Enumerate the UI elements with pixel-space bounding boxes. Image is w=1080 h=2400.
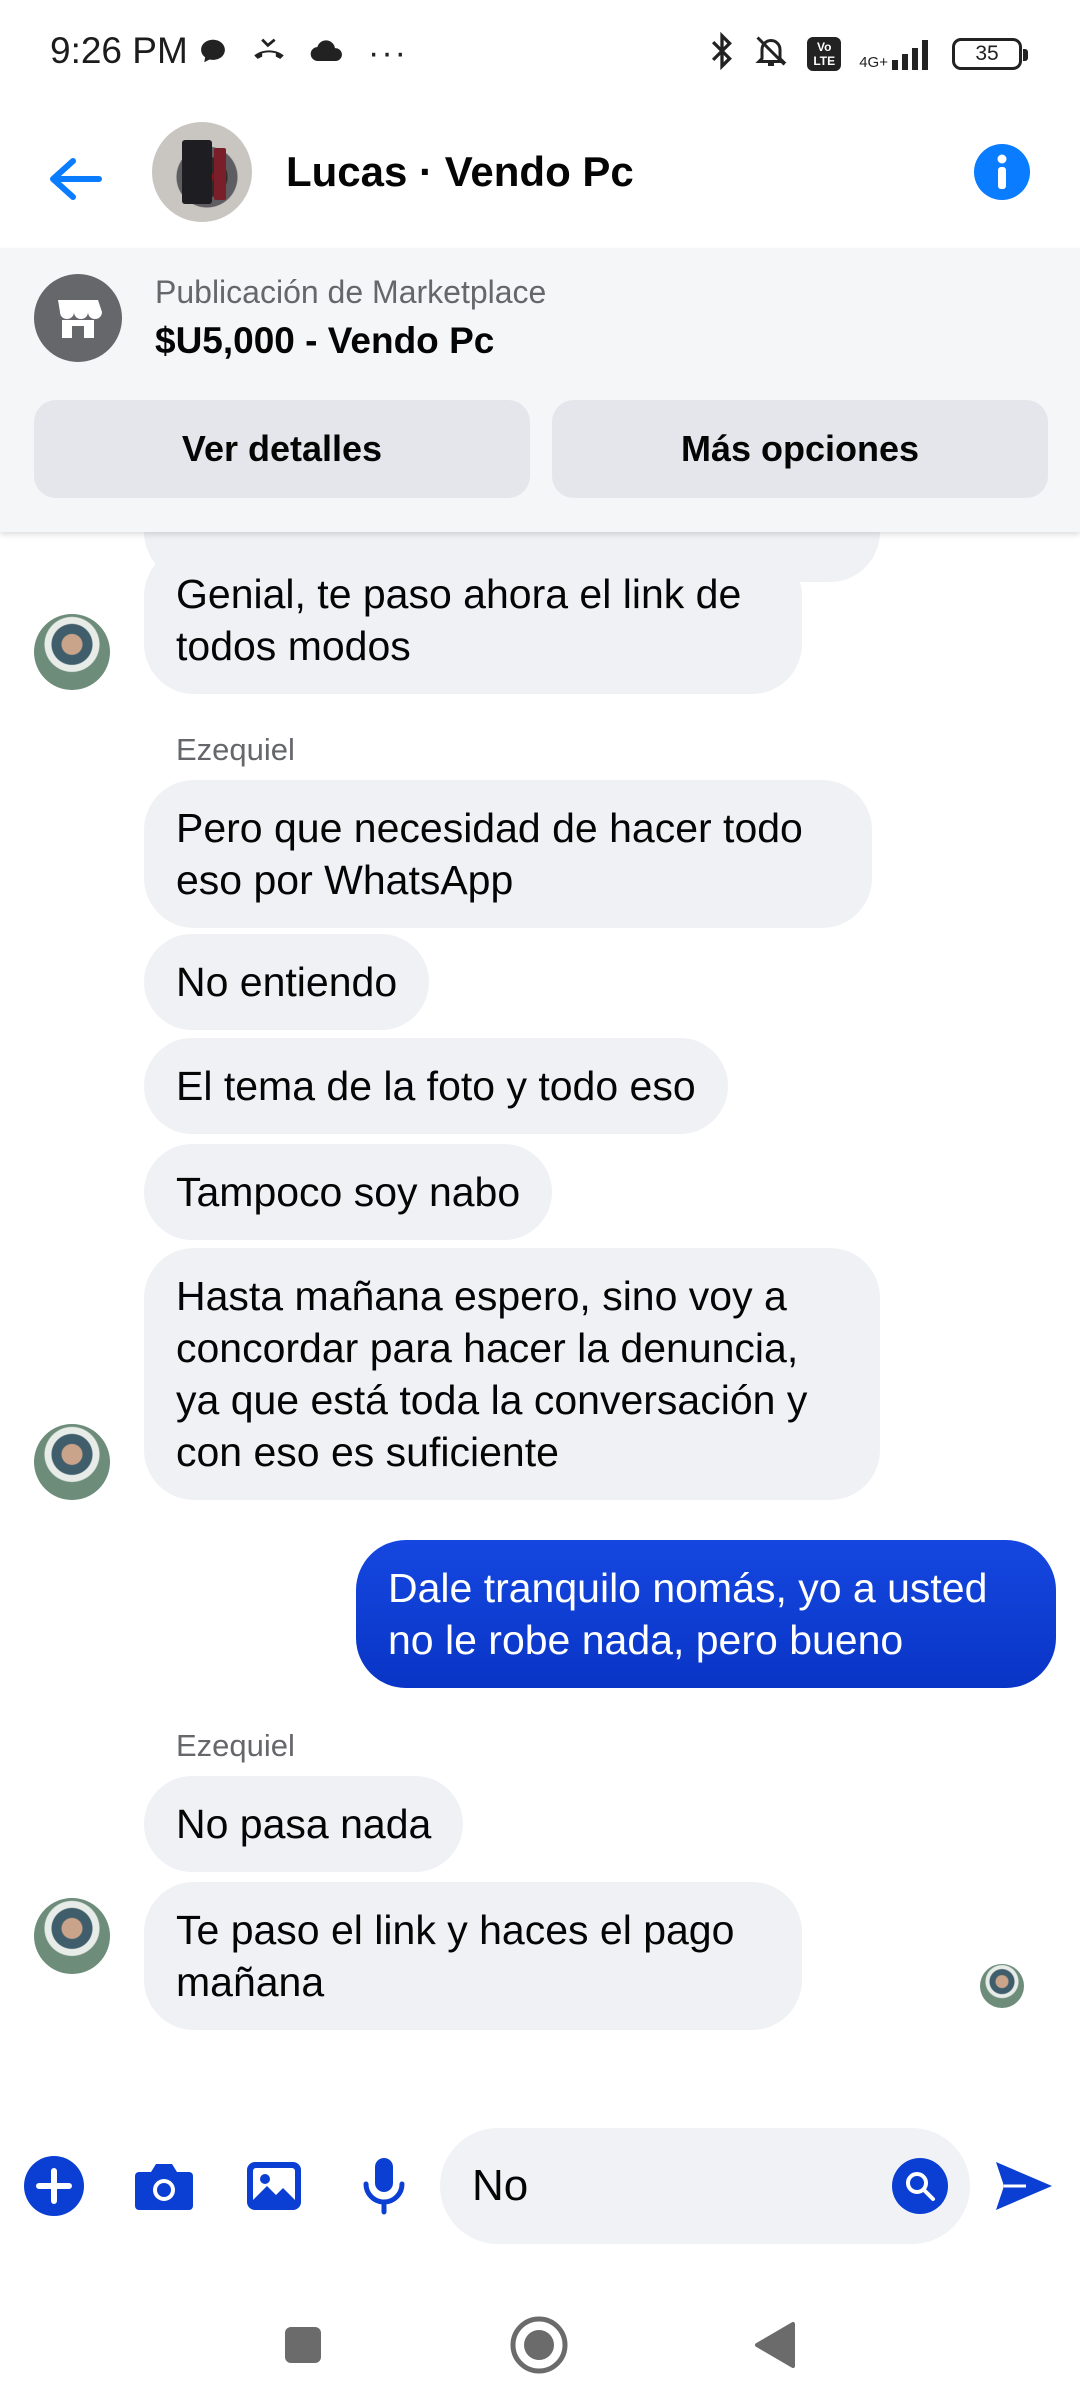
sender-avatar[interactable]: [34, 1424, 110, 1500]
bell-muted-icon: [753, 33, 789, 74]
home-button[interactable]: [504, 2310, 574, 2380]
message-bubble[interactable]: No entiendo: [144, 934, 430, 1030]
plus-circle-icon: [24, 2156, 84, 2216]
bluetooth-icon: [709, 31, 735, 75]
message-text: Genial, te paso ahora el link de todos m…: [176, 571, 742, 669]
status-time: 9:26 PM: [50, 30, 188, 71]
contact-name[interactable]: Lucas · Vendo Pc: [286, 148, 634, 196]
microphone-icon: [363, 2158, 405, 2215]
message-composer: [0, 2092, 1080, 2280]
conversation-header: Lucas · Vendo Pc: [0, 108, 1080, 248]
message-text: No pasa nada: [176, 1801, 432, 1847]
gallery-button[interactable]: [242, 2154, 306, 2218]
outgoing-message-bubble[interactable]: Dale tranquilo nomás, yo a usted no le r…: [356, 1540, 1056, 1688]
marketplace-listing-title[interactable]: $U5,000 - Vendo Pc: [155, 320, 494, 362]
chat-notification-icon: [198, 36, 228, 71]
sender-name: Ezequiel: [176, 732, 295, 767]
arrow-left-icon: [50, 158, 102, 200]
home-circle-icon: [510, 2316, 568, 2374]
message-text: No entiendo: [176, 959, 398, 1005]
message-bubble[interactable]: Tampoco soy nabo: [144, 1144, 553, 1240]
message-text: Dale tranquilo nomás, yo a usted no le r…: [388, 1565, 988, 1663]
message-list[interactable]: Genial, te paso ahora el link de todos m…: [0, 532, 1080, 2092]
messenger-screen: 9:26 PM ··· Vo LTE 4G+ 35 Lucas · Vendo …: [0, 0, 1080, 2400]
sender-avatar[interactable]: [34, 1898, 110, 1974]
info-button[interactable]: [974, 144, 1030, 200]
more-notifications-icon: ···: [368, 34, 408, 72]
back-nav-button[interactable]: [740, 2310, 810, 2380]
square-icon: [285, 2327, 321, 2363]
battery-icon: 35: [952, 37, 1028, 70]
message-bubble[interactable]: El tema de la foto y todo eso: [144, 1038, 728, 1134]
sticker-search-button[interactable]: [892, 2158, 948, 2214]
status-bar: 9:26 PM ··· Vo LTE 4G+ 35: [0, 0, 1080, 108]
info-icon: [997, 154, 1007, 189]
message-bubble[interactable]: Genial, te paso ahora el link de todos m…: [144, 546, 802, 694]
message-text: Hasta mañana espero, sino voy a concorda…: [176, 1273, 808, 1475]
send-button[interactable]: [992, 2154, 1056, 2218]
message-input[interactable]: [440, 2128, 970, 2244]
message-text: Te paso el link y haces el pago mañana: [176, 1907, 735, 2005]
recent-apps-button[interactable]: [268, 2310, 338, 2380]
contact-avatar[interactable]: [152, 122, 252, 222]
cloud-icon: [310, 38, 344, 69]
add-button[interactable]: [22, 2154, 86, 2218]
send-icon: [996, 2162, 1052, 2210]
volte-icon: Vo LTE: [807, 36, 842, 71]
message-bubble[interactable]: Hasta mañana espero, sino voy a concorda…: [144, 1248, 880, 1500]
message-text: Tampoco soy nabo: [176, 1169, 521, 1215]
marketplace-banner: Publicación de Marketplace $U5,000 - Ven…: [0, 248, 1080, 532]
marketplace-subtitle: Publicación de Marketplace: [155, 274, 547, 310]
battery-level: 35: [975, 41, 999, 65]
sender-name: Ezequiel: [176, 1728, 295, 1763]
read-receipt-avatar: [980, 1964, 1024, 2008]
triangle-back-icon: [755, 2322, 795, 2368]
image-icon: [247, 2162, 301, 2210]
message-text: Pero que necesidad de hacer todo eso por…: [176, 805, 803, 903]
message-text: El tema de la foto y todo eso: [176, 1063, 696, 1109]
message-bubble[interactable]: Te paso el link y haces el pago mañana: [144, 1882, 802, 2030]
message-bubble[interactable]: Pero que necesidad de hacer todo eso por…: [144, 780, 872, 928]
signal-icon: 4G+: [859, 38, 934, 70]
back-button[interactable]: [40, 144, 110, 214]
system-navigation-bar: [0, 2280, 1080, 2400]
message-bubble[interactable]: No pasa nada: [144, 1776, 464, 1872]
more-options-button[interactable]: Más opciones: [552, 400, 1048, 498]
voice-button[interactable]: [352, 2154, 416, 2218]
sender-avatar[interactable]: [34, 614, 110, 690]
network-type: 4G+: [859, 53, 888, 71]
search-icon: [906, 2172, 935, 2201]
camera-button[interactable]: [132, 2154, 196, 2218]
camera-icon: [135, 2164, 193, 2210]
missed-call-icon: [252, 36, 286, 71]
view-details-button[interactable]: Ver detalles: [34, 400, 530, 498]
marketplace-store-icon: [34, 274, 122, 362]
